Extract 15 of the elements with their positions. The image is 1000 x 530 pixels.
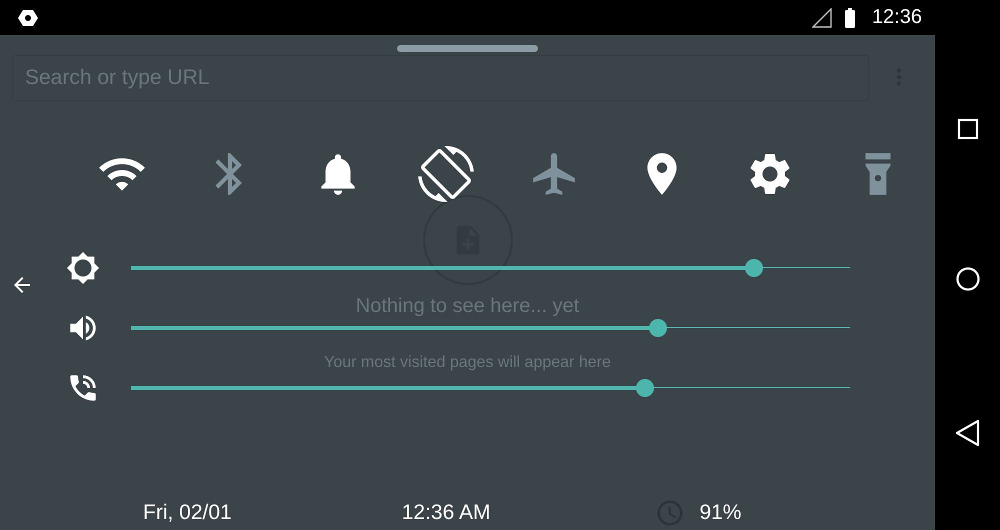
status-time: 12:36 (872, 6, 922, 29)
slider-thumb[interactable] (636, 379, 654, 397)
app-notification-icon (18, 10, 38, 26)
slider-track[interactable] (131, 319, 850, 337)
signal-icon (812, 8, 832, 28)
slider-thumb[interactable] (744, 259, 763, 277)
slider-track[interactable] (131, 379, 850, 397)
slider-track[interactable] (131, 259, 850, 277)
brightness-icon (66, 251, 100, 285)
panel-handle[interactable] (397, 45, 538, 52)
date-text: Fri, 02/01 (143, 501, 232, 525)
battery-percent: 91% (699, 501, 742, 525)
screen-rotation-icon (418, 146, 474, 202)
slider-thumb[interactable] (649, 319, 668, 337)
time-text: 12:36 AM (402, 501, 490, 525)
